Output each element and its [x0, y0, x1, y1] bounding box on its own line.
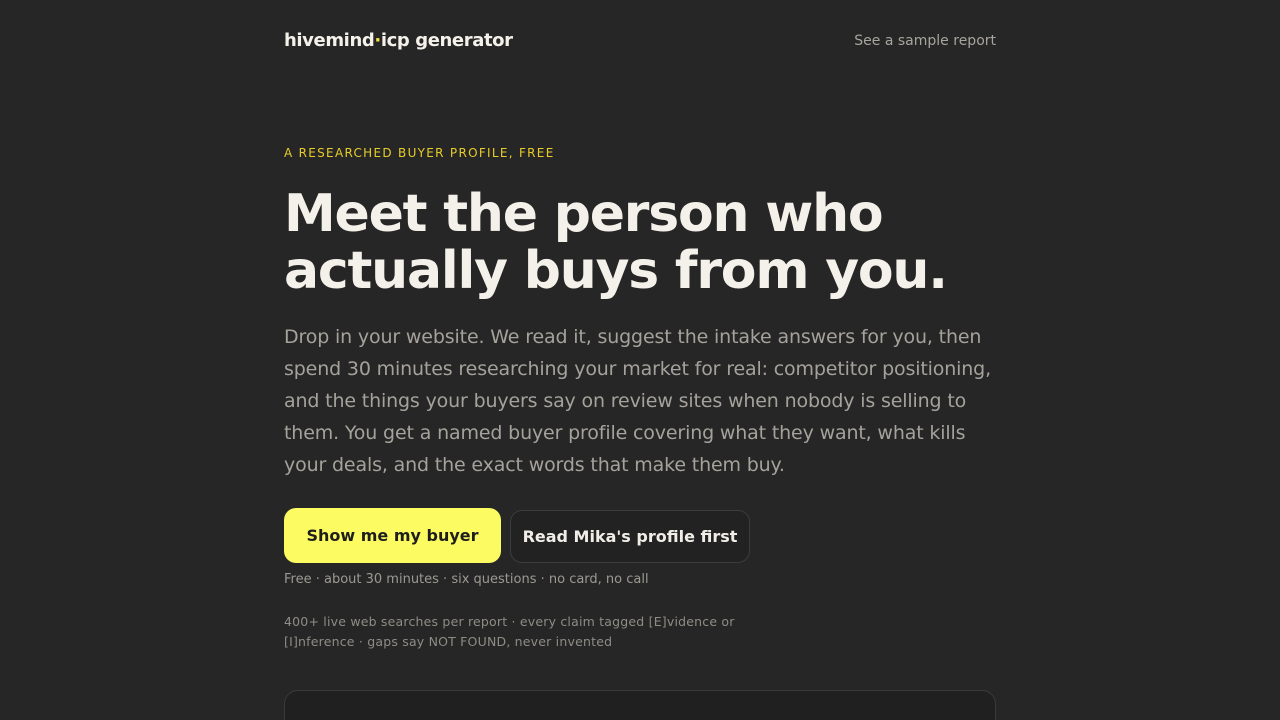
top-bar: hivemind·icp generator See a sample repo… [284, 30, 996, 56]
headline-line-2: actually buys from you. [284, 241, 948, 301]
sample-report-link[interactable]: See a sample report [854, 33, 996, 49]
logo[interactable]: hivemind·icp generator [284, 30, 513, 51]
hero-headline: Meet the person who actually buys from y… [284, 186, 1004, 300]
read-sample-profile-button[interactable]: Read Mika's profile first [510, 510, 750, 563]
logo-name: hivemind [284, 30, 375, 51]
eyebrow-label: A RESEARCHED BUYER PROFILE, FREE [284, 146, 555, 160]
show-my-buyer-button[interactable]: Show me my buyer [284, 508, 501, 563]
logo-product: icp generator [380, 30, 513, 51]
page: hivemind·icp generator See a sample repo… [0, 0, 1280, 720]
preview-card [284, 690, 996, 720]
offer-details: Free · about 30 minutes · six questions … [284, 572, 649, 587]
research-details: 400+ live web searches per report · ever… [284, 614, 735, 649]
headline-line-1: Meet the person who [284, 184, 884, 244]
hero-description: Drop in your website. We read it, sugges… [284, 326, 991, 476]
